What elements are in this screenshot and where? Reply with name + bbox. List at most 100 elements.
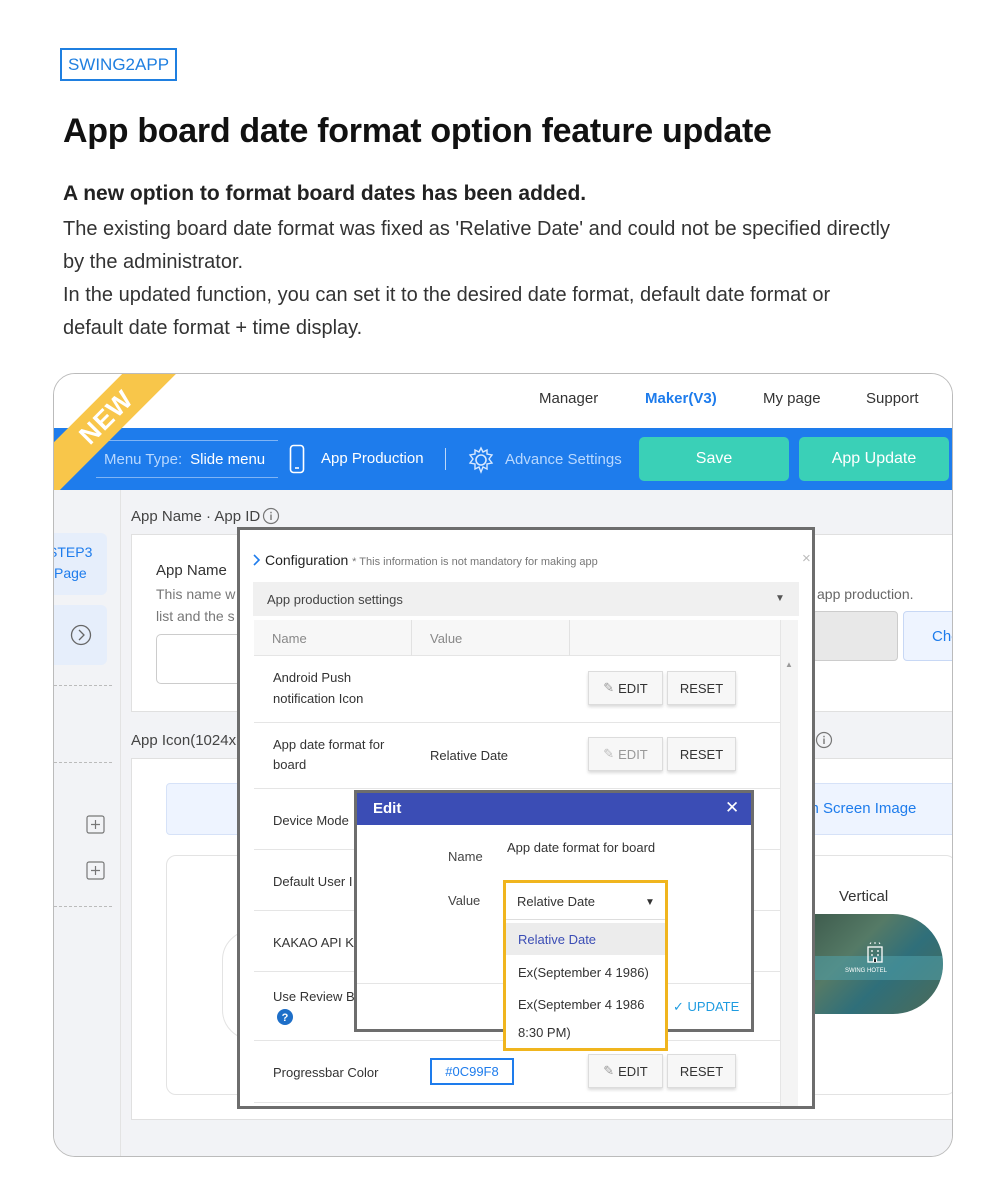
column-header-actions xyxy=(570,620,780,656)
menu-type-selector[interactable]: Menu Type: Slide menu xyxy=(96,440,278,478)
dropdown-option[interactable]: Ex(September 4 1986) xyxy=(506,965,665,980)
edit-button[interactable]: ✎ EDIT xyxy=(588,671,663,705)
step-nav-card[interactable] xyxy=(54,605,107,665)
info-icon xyxy=(815,731,833,749)
brand-tag: SWING2APP xyxy=(60,48,177,81)
nav-mypage[interactable]: My page xyxy=(763,390,821,407)
app-update-button[interactable]: App Update xyxy=(799,437,949,481)
left-sidebar: STEP3 Page xyxy=(54,490,121,1156)
pencil-icon: ✎ xyxy=(603,680,615,695)
chevron-right-circle-icon xyxy=(70,624,92,646)
scrollbar[interactable]: ▲ xyxy=(780,620,798,1106)
row-name: Progressbar Color xyxy=(273,1065,379,1080)
edit-button[interactable]: ✎ EDIT xyxy=(588,737,663,771)
row-name: board xyxy=(273,757,307,772)
menu-type-label: Menu Type: xyxy=(104,450,183,468)
menu-type-value: Slide menu xyxy=(190,450,266,468)
config-title: Configuration * This information is not … xyxy=(265,552,598,568)
reset-button[interactable]: RESET xyxy=(667,1054,736,1088)
selected-value: Relative Date xyxy=(517,894,596,909)
dropdown-option-active[interactable]: Relative Date xyxy=(506,923,665,955)
paragraph-line: In the updated function, you can set it … xyxy=(63,284,831,306)
row-name: Default User I xyxy=(273,874,353,889)
paragraph-line: by the administrator. xyxy=(63,251,244,273)
edit-label: EDIT xyxy=(618,746,648,762)
section-header[interactable]: App production settings ▼ xyxy=(253,582,799,616)
announcement-page: SWING2APP App board date format option f… xyxy=(0,0,1000,1200)
pencil-icon: ✎ xyxy=(603,746,615,761)
advance-settings-tab[interactable]: Advance Settings xyxy=(505,451,622,468)
page-title: App board date format option feature upd… xyxy=(63,112,772,150)
reset-button[interactable]: RESET xyxy=(667,737,736,771)
pencil-icon: ✎ xyxy=(603,1063,615,1078)
step-title: STEP3 xyxy=(54,544,93,560)
svg-text:?: ? xyxy=(282,1012,289,1024)
add-icon[interactable] xyxy=(86,861,106,881)
nav-manager[interactable]: Manager xyxy=(539,390,598,407)
check-button[interactable]: Che xyxy=(903,611,952,661)
step-sub: Page xyxy=(54,565,87,581)
splash-label: sh Screen Image xyxy=(803,800,917,817)
row-value: Relative Date xyxy=(430,748,509,763)
value-label: Value xyxy=(448,893,481,908)
config-subtitle: * This information is not mandatory for … xyxy=(352,556,598,568)
lead-text: A new option to format board dates has b… xyxy=(63,182,587,205)
column-header-value: Value xyxy=(412,620,570,656)
nav-maker[interactable]: Maker(V3) xyxy=(645,390,717,407)
step-card[interactable]: STEP3 Page xyxy=(54,533,107,595)
hotel-image: SWING HOTEL xyxy=(807,914,943,1014)
option-label: Relative Date xyxy=(518,932,597,947)
nav-support[interactable]: Support xyxy=(866,390,919,407)
reset-button[interactable]: RESET xyxy=(667,671,736,705)
save-button[interactable]: Save xyxy=(639,437,789,481)
scroll-up-icon[interactable]: ▲ xyxy=(785,660,793,669)
app-name-desc: list and the s xyxy=(156,608,235,624)
dropdown-option[interactable]: Ex(September 4 1986 xyxy=(506,997,665,1012)
paragraph-line: The existing board date format was fixed… xyxy=(63,218,890,240)
app-name-label: App Name xyxy=(156,562,227,579)
divider xyxy=(54,762,112,763)
app-icon-label: App Icon(1024x xyxy=(131,732,237,749)
date-format-dropdown[interactable]: Relative Date ▼ Relative Date Ex(Septemb… xyxy=(503,880,668,1051)
dropdown-option-cont[interactable]: 8:30 PM) xyxy=(506,1025,665,1040)
info-icon xyxy=(262,507,280,525)
name-value: App date format for board xyxy=(507,840,656,855)
edit-modal-header: Edit ✕ xyxy=(357,793,751,825)
hotel-building-icon xyxy=(867,942,883,963)
app-production-note: app production. xyxy=(817,586,914,602)
config-title-text: Configuration xyxy=(265,552,349,568)
caret-down-icon: ▼ xyxy=(775,593,785,604)
row-name: Use Review Bu xyxy=(273,989,362,1004)
edit-label: EDIT xyxy=(618,1063,648,1079)
toolbar-divider xyxy=(445,448,446,470)
row-divider xyxy=(254,722,780,723)
top-nav: Manager Maker(V3) My page Support xyxy=(54,374,952,428)
add-icon[interactable] xyxy=(86,815,106,835)
name-label: Name xyxy=(448,849,483,864)
section-title: App production settings xyxy=(267,592,403,607)
gear-icon xyxy=(468,446,494,474)
color-value[interactable]: #0C99F8 xyxy=(430,1058,514,1085)
edit-button[interactable]: ✎ EDIT xyxy=(588,1054,663,1088)
row-name: Android Push xyxy=(273,670,352,685)
paragraph-line: default date format + time display. xyxy=(63,317,363,339)
app-name-input[interactable] xyxy=(156,634,246,684)
divider xyxy=(54,906,112,907)
app-production-tab[interactable]: App Production xyxy=(321,450,424,467)
app-name-id-label: App Name · App ID xyxy=(131,508,261,525)
close-icon[interactable]: ✕ xyxy=(725,798,739,818)
app-id-input[interactable] xyxy=(812,611,898,661)
help-icon[interactable]: ? xyxy=(277,1009,293,1025)
close-icon[interactable]: × xyxy=(802,550,811,567)
caret-down-icon: ▼ xyxy=(645,897,655,908)
dropdown-divider xyxy=(506,919,665,920)
row-name: notification Icon xyxy=(273,691,364,706)
update-button[interactable]: ✓ UPDATE xyxy=(673,999,739,1015)
column-header-name: Name xyxy=(254,620,412,656)
app-screenshot: Manager Maker(V3) My page Support Menu T… xyxy=(53,373,953,1157)
phone-icon xyxy=(289,444,305,474)
row-divider xyxy=(254,788,780,789)
update-label: UPDATE xyxy=(687,999,740,1014)
chevron-right-icon xyxy=(253,554,261,566)
edit-label: EDIT xyxy=(618,680,648,696)
